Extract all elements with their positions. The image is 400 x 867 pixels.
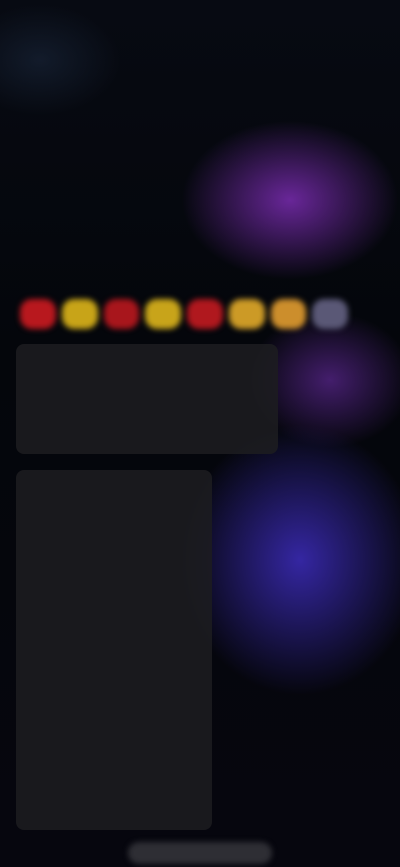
palette-swatch-red[interactable] — [103, 299, 140, 329]
detail-row — [16, 666, 212, 694]
detail-panel — [16, 470, 212, 830]
detail-row — [16, 610, 212, 638]
summary-row — [16, 348, 278, 382]
detail-row-warning — [16, 750, 212, 778]
detail-row — [16, 638, 212, 666]
summary-row — [16, 386, 278, 420]
palette-swatch-yellow[interactable] — [145, 299, 181, 329]
palette-swatch-orange[interactable] — [270, 299, 307, 329]
palette-swatch-yellow[interactable] — [61, 299, 98, 329]
summary-row — [16, 424, 278, 458]
home-indicator-bar[interactable] — [128, 842, 272, 864]
palette-swatch-red[interactable] — [20, 299, 56, 329]
detail-row — [16, 582, 212, 610]
detail-row — [16, 554, 212, 582]
detail-row — [16, 470, 212, 498]
detail-row — [16, 694, 212, 722]
blurred-screen-background — [0, 0, 400, 867]
palette-swatch-orange[interactable] — [228, 299, 265, 329]
detail-row — [16, 526, 212, 554]
detail-row — [16, 778, 212, 806]
palette-swatch-red[interactable] — [187, 299, 223, 329]
summary-panel — [16, 344, 278, 454]
detail-row — [16, 722, 212, 750]
palette-swatch-grey[interactable] — [312, 299, 348, 329]
color-palette-strip — [14, 294, 354, 334]
detail-row — [16, 498, 212, 526]
